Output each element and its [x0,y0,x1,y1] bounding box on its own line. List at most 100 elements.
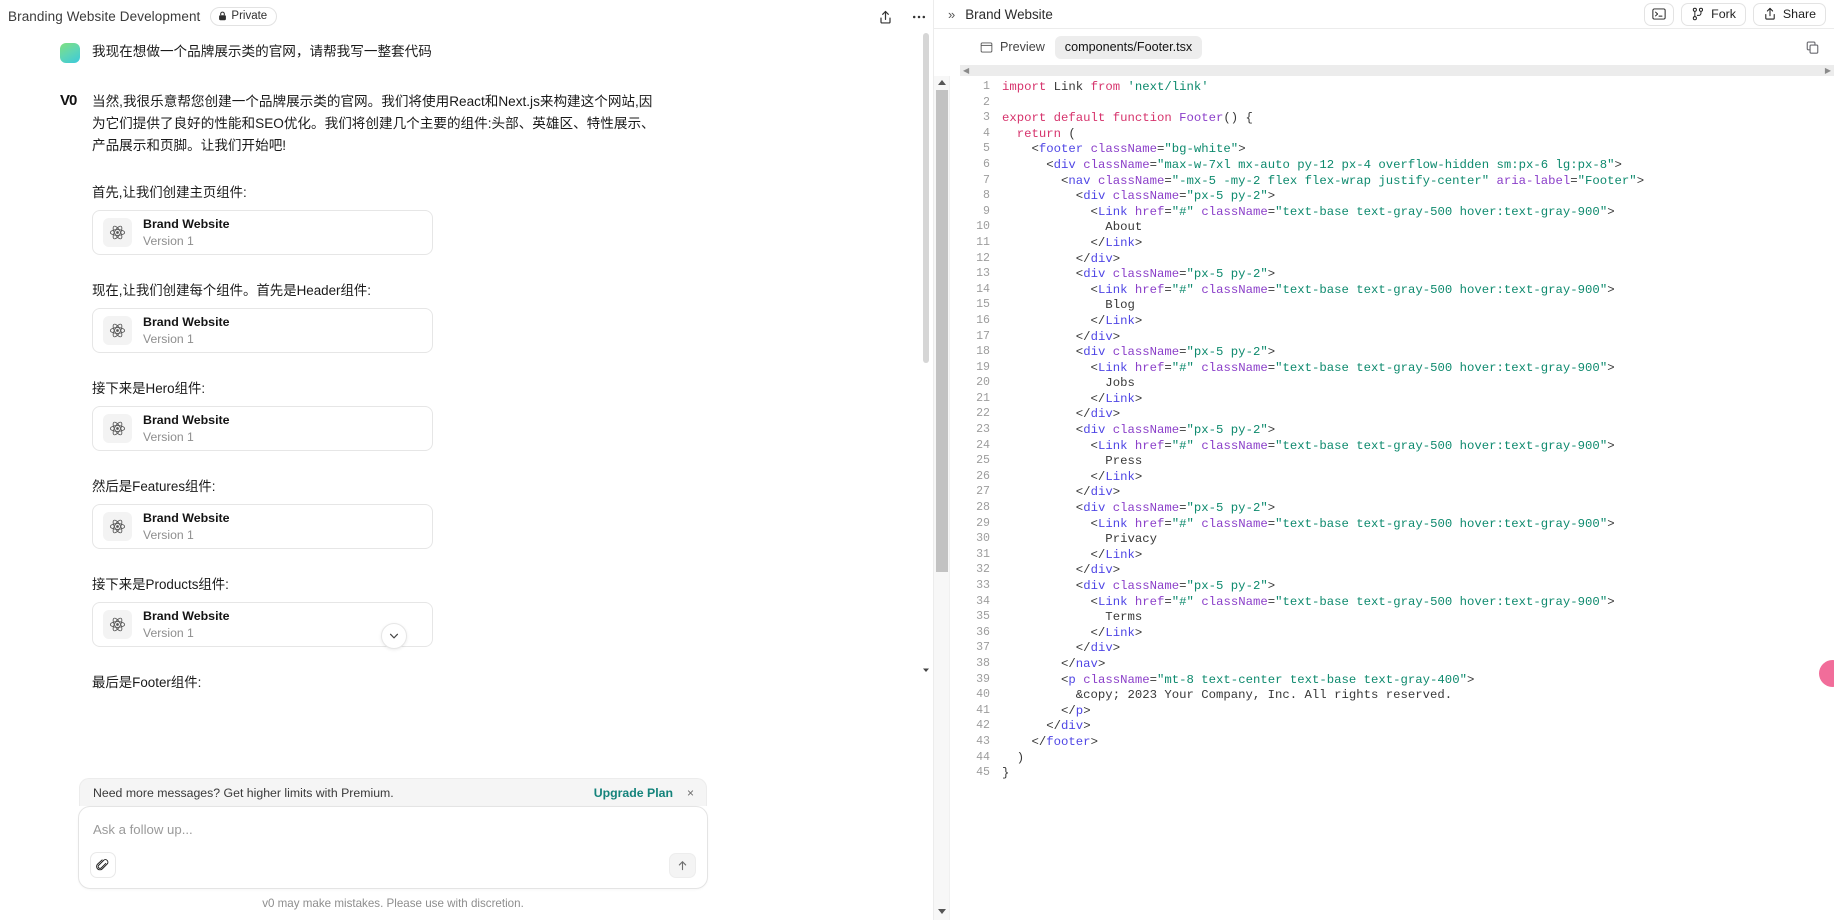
code-line-content[interactable]: } [1002,766,1644,782]
code-line-content[interactable]: About [1002,220,1644,236]
component-card[interactable]: Brand Website Version 1 [92,504,433,550]
step-label: 现在,让我们创建每个组件。首先是Header组件: [92,283,371,299]
code-line-content[interactable]: <p className="mt-8 text-center text-base… [1002,673,1644,689]
code-line-content[interactable]: </Link> [1002,470,1644,486]
code-token: className [1201,594,1268,609]
code-line-content[interactable]: <div className="px-5 py-2"> [1002,345,1644,361]
code-token: = [1570,173,1578,188]
component-card[interactable]: Brand Website Version 1 [92,210,433,256]
react-atom-icon [109,324,126,338]
code-line-content[interactable]: <div className="px-5 py-2"> [1002,423,1644,439]
card-title: Brand Website [143,315,230,330]
code-token: className [1112,267,1180,282]
code-line-content[interactable]: Privacy [1002,532,1644,548]
code-line-content[interactable]: <Link href="#" className="text-base text… [1002,439,1644,455]
code-token: = [1149,672,1158,687]
code-line-content[interactable]: <Link href="#" className="text-base text… [1002,283,1644,299]
user-message: 我现在想做一个品牌展示类的官网，请帮我写一整套代码 [60,34,730,65]
code-line-content[interactable]: <nav className="-mx-5 -my-2 flex flex-wr… [1002,174,1644,190]
code-line-content[interactable]: </div> [1002,252,1644,268]
fork-button[interactable]: Fork [1681,2,1746,26]
code-line-content[interactable]: <div className="px-5 py-2"> [1002,267,1644,283]
code-line-content[interactable]: </p> [1002,704,1644,720]
code-line-content[interactable]: <Link href="#" className="text-base text… [1002,361,1644,377]
tab-preview[interactable]: Preview [970,36,1055,59]
code-token: Link [1105,469,1135,484]
line-number: 41 [976,703,990,717]
line-number: 45 [976,766,990,780]
code-line: 37 </div> [950,641,1644,657]
code-line-content[interactable]: <div className="px-5 py-2"> [1002,189,1644,205]
code-line-content[interactable]: Blog [1002,298,1644,314]
code-token: Blog [1002,298,1135,313]
code-line-content[interactable] [1002,96,1644,112]
code-token: className [1201,516,1268,531]
code-lines-body: 1 import Link from 'next/link' 2 3 export d… [950,80,1644,782]
code-line-content[interactable]: </Link> [1002,626,1644,642]
scrollbar-down-arrow-icon[interactable] [938,909,946,914]
component-card[interactable]: Brand Website Version 1 [92,308,433,354]
code-line-content[interactable]: <Link href="#" className="text-base text… [1002,595,1644,611]
code-line-content[interactable]: return ( [1002,127,1644,143]
code-line-content[interactable]: </footer> [1002,735,1644,751]
code-line-content[interactable]: <Link href="#" className="text-base text… [1002,205,1644,221]
copy-code-button[interactable] [1800,36,1824,58]
chat-scrollbar-thumb[interactable] [923,33,929,363]
send-message-button[interactable] [669,853,696,878]
share-button[interactable]: Share [1752,2,1826,26]
code-line-content[interactable]: <div className="max-w-7xl mx-auto py-12 … [1002,158,1644,174]
code-line-content[interactable]: Terms [1002,610,1644,626]
code-horizontal-scrollbar[interactable]: ◀ ▶ [960,65,1834,76]
code-line-content[interactable]: Press [1002,454,1644,470]
code-line-content[interactable]: ) [1002,751,1644,767]
code-line-content[interactable]: </Link> [1002,314,1644,330]
tab-footer-tsx[interactable]: components/Footer.tsx [1054,35,1203,59]
code-line-content[interactable]: <div className="px-5 py-2"> [1002,501,1644,517]
code-line-content[interactable]: </Link> [1002,236,1644,252]
code-line-content[interactable]: import Link from 'next/link' [1002,80,1644,96]
code-line-content[interactable]: &copy; 2023 Your Company, Inc. All right… [1002,688,1644,704]
code-line-content[interactable]: </div> [1002,330,1644,346]
code-line-content[interactable]: </Link> [1002,548,1644,564]
line-number: 40 [976,688,990,702]
copy-icon [1806,41,1818,54]
follow-up-input[interactable] [93,820,657,840]
code-line-content[interactable]: </div> [1002,563,1644,579]
code-line: 8 <div className="px-5 py-2"> [950,189,1644,205]
code-line-content[interactable]: </div> [1002,407,1644,423]
attach-file-button[interactable] [90,852,116,878]
code-vertical-scrollbar[interactable] [934,76,950,920]
code-line-content[interactable]: </nav> [1002,657,1644,673]
component-card[interactable]: Brand Website Version 1 [92,406,433,452]
code-line-content[interactable]: <footer className="bg-white"> [1002,142,1644,158]
line-number: 2 [983,95,990,109]
code-line-content[interactable]: export default function Footer() { [1002,111,1644,127]
line-number: 7 [983,173,990,187]
scroll-to-bottom-button[interactable] [381,623,407,649]
code-token: from [1090,80,1121,94]
code-line-content[interactable]: </Link> [1002,392,1644,408]
code-line-content[interactable]: <Link href="#" className="text-base text… [1002,517,1644,533]
code-scrollbar-thumb[interactable] [936,90,948,572]
scrollbar-down-arrow-icon[interactable] [922,666,930,674]
scrollbar-up-arrow-icon[interactable] [938,80,946,85]
code-line-content[interactable]: Jobs [1002,376,1644,392]
scroll-left-arrow-icon[interactable]: ◀ [963,66,969,75]
terminal-button[interactable] [1644,2,1675,26]
code-line-content[interactable]: </div> [1002,719,1644,735]
code-scroll-region[interactable]: 1 import Link from 'next/link' 2 3 export d… [950,76,1834,920]
code-token: "Footer" [1577,173,1637,188]
upgrade-plan-link[interactable]: Upgrade Plan [594,786,673,800]
chat-messages: 我现在想做一个品牌展示类的官网，请帮我写一整套代码 V0 当然,我很乐意帮您创建… [0,26,790,700]
code-token: Link [1105,235,1135,250]
code-line-content[interactable]: <div className="px-5 py-2"> [1002,579,1644,595]
react-atom-icon [109,422,126,436]
code-line-content[interactable]: </div> [1002,485,1644,501]
chat-scrollbar[interactable] [923,33,929,672]
code-line-content[interactable]: </div> [1002,641,1644,657]
scroll-right-arrow-icon[interactable]: ▶ [1825,66,1831,75]
collapse-panel-button[interactable]: » [948,8,955,21]
visibility-badge[interactable]: Private [210,6,278,26]
close-icon[interactable]: × [687,787,694,799]
